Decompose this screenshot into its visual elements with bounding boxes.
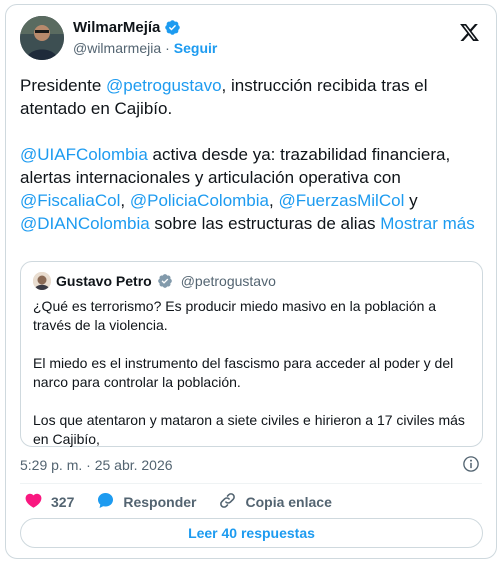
tweet-card: WilmarMejía @wilmarmejia · Seguir Presid… [5,4,497,559]
reply-button[interactable]: Responder [96,491,196,513]
quoted-paragraph-1: ¿Qué es terrorismo? Es producir miedo ma… [33,298,437,333]
tweet-header: WilmarMejía @wilmarmejia · Seguir [20,16,484,60]
mention-link[interactable]: @FiscaliaCol [20,191,120,210]
quoted-verified-badge-icon [157,273,174,290]
author-name[interactable]: WilmarMejía [73,19,160,36]
follow-button[interactable]: Seguir [174,40,218,56]
read-replies-button[interactable]: Leer 40 respuestas [20,518,483,548]
verified-badge-icon [164,19,181,36]
reply-label: Responder [123,494,197,510]
quoted-paragraph-3: Los que atentaron y mataron a siete civi… [33,412,465,447]
copy-link-button[interactable]: Copia enlace [218,491,332,513]
author-handle-row: @wilmarmejia · Seguir [73,40,217,56]
heart-icon [24,491,43,513]
mention-link[interactable]: @UIAFColombia [20,145,148,164]
separator-dot: · [165,40,170,56]
copy-link-label: Copia enlace [245,494,332,510]
quoted-author-handle: @petrogustavo [180,273,276,289]
quoted-tweet-header: Gustavo Petro @petrogustavo [33,272,276,290]
like-count: 327 [51,494,75,510]
tweet-timestamp[interactable]: 5:29 p. m. · 25 abr. 2026 [20,457,173,473]
link-icon [218,491,237,513]
like-button[interactable]: 327 [24,491,74,513]
tweet-text-segment: y [404,191,418,210]
show-more-link[interactable]: Mostrar más [380,214,474,233]
x-logo-icon[interactable] [459,22,480,43]
mention-link[interactable]: @DIANColombia [20,214,150,233]
mention-link[interactable]: @PoliciaColombia [130,191,269,210]
tweet-text-segment: sobre las estructuras de alias [149,214,381,233]
quoted-tweet[interactable]: Gustavo Petro @petrogustavo ¿Qué es terr… [20,261,483,447]
tweet-text: Presidente @petrogustavo, instrucción re… [20,74,482,235]
mention-link[interactable]: @petrogustavo [106,76,222,95]
quoted-tweet-text: ¿Qué es terrorismo? Es producir miedo ma… [33,297,473,449]
mention-link[interactable]: @FuerzasMilCol [278,191,404,210]
quoted-author-name: Gustavo Petro [56,273,152,289]
tweet-paragraph-1: Presidente @petrogustavo, instrucción re… [20,74,482,120]
author-name-row: WilmarMejía [73,19,181,36]
author-avatar[interactable] [20,16,64,60]
info-icon[interactable] [462,455,480,473]
quoted-paragraph-2: El miedo es el instrumento del fascismo … [33,355,454,390]
action-bar: 327 Responder Copia enlace [24,491,354,513]
quoted-author-avatar [33,272,51,290]
divider [20,483,482,484]
tweet-text-segment: Presidente [20,76,106,95]
tweet-text-segment: , [120,191,130,210]
speech-bubble-icon [96,491,115,513]
tweet-paragraph-2: @UIAFColombia activa desde ya: trazabili… [20,143,482,235]
author-handle[interactable]: @wilmarmejia [73,40,161,56]
